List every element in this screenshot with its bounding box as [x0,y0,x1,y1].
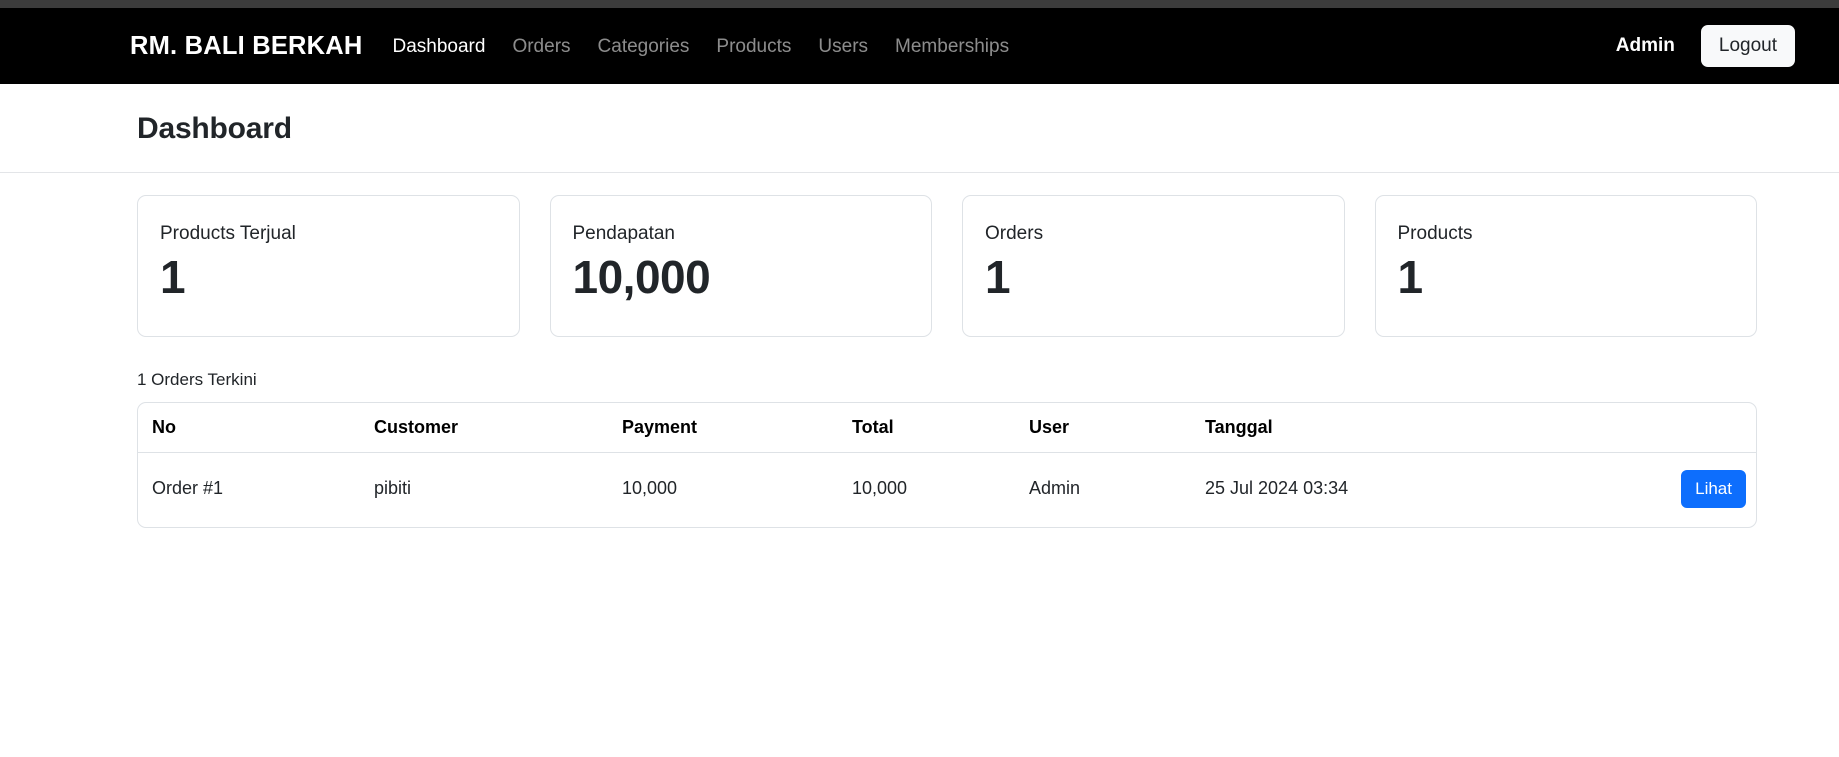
orders-table-body: Order #1 pibiti 10,000 10,000 Admin 25 J… [138,453,1756,527]
nav-link-orders[interactable]: Orders [512,37,570,56]
nav-link-products[interactable]: Products [716,37,791,56]
header-divider [0,172,1839,173]
stat-card-pendapatan: Pendapatan 10,000 [549,195,932,337]
page-title: Dashboard [137,112,292,145]
table-header-row: No Customer Payment Total User Tanggal [138,403,1756,453]
stat-card-products-terjual: Products Terjual 1 [137,195,520,337]
recent-orders-heading: 1 Orders Terkini [137,370,257,389]
orders-table: No Customer Payment Total User Tanggal O… [138,403,1756,527]
stat-label: Products Terjual [160,223,296,244]
brand-logo[interactable]: RM. BALI BERKAH [130,32,363,61]
navbar-user-area: Admin Logout [1615,24,1817,68]
cell-user: Admin [1029,478,1081,499]
cell-no: Order #1 [152,478,224,499]
cell-action: Lihat [1621,453,1756,527]
stat-label: Pendapatan [572,223,676,244]
orders-table-head: No Customer Payment Total User Tanggal [138,403,1756,453]
stat-value: 1 [160,250,186,303]
nav-link-memberships[interactable]: Memberships [895,37,1009,56]
cell-customer: pibiti [374,478,412,499]
cell-total: 10,000 [852,478,908,499]
recent-orders-table: No Customer Payment Total User Tanggal O… [137,402,1757,528]
stat-value: 1 [985,250,1011,303]
cell-payment: 10,000 [622,478,678,499]
stat-label: Orders [985,223,1044,244]
stat-card-products: Products 1 [1374,195,1757,337]
column-header-user: User [1015,403,1191,453]
column-header-payment: Payment [608,403,838,453]
column-header-action [1621,403,1756,453]
column-header-tanggal: Tanggal [1191,403,1621,453]
current-user-label: Admin [1615,34,1675,56]
main-content: Products Terjual 1 Pendapatan 10,000 Ord… [0,195,1839,528]
logout-button[interactable]: Logout [1700,24,1795,68]
stat-card-orders: Orders 1 [962,195,1345,337]
browser-chrome-strip [0,0,1839,8]
column-header-total: Total [838,403,1015,453]
nav-link-users[interactable]: Users [818,37,868,56]
stat-label: Products [1397,223,1473,244]
view-order-button[interactable]: Lihat [1681,470,1746,508]
stat-value: 10,000 [572,250,711,303]
nav-link-categories[interactable]: Categories [598,37,690,56]
column-header-customer: Customer [360,403,608,453]
column-header-no: No [138,403,360,453]
primary-nav: Dashboard Orders Categories Products Use… [393,37,1010,56]
stat-card-row: Products Terjual 1 Pendapatan 10,000 Ord… [137,195,1757,337]
nav-link-dashboard[interactable]: Dashboard [393,37,486,56]
table-row: Order #1 pibiti 10,000 10,000 Admin 25 J… [138,453,1756,527]
main-navbar: RM. BALI BERKAH Dashboard Orders Categor… [0,8,1839,84]
page-header: Dashboard [0,84,1839,172]
stat-value: 1 [1397,250,1424,303]
cell-tanggal: 25 Jul 2024 03:34 [1205,478,1349,499]
